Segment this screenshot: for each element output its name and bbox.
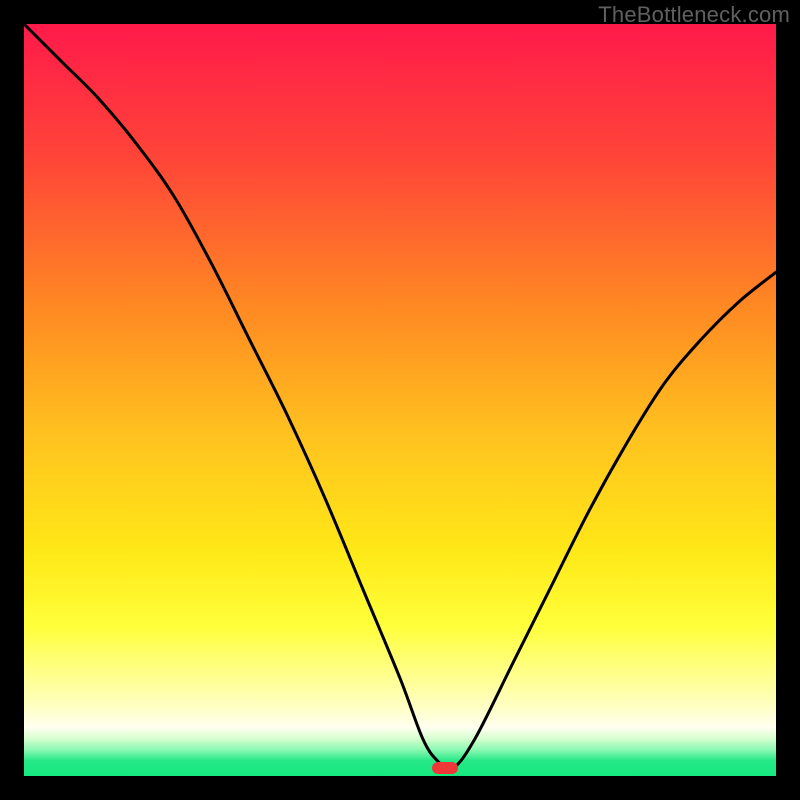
optimal-marker bbox=[432, 762, 458, 774]
bottleneck-curve bbox=[24, 24, 776, 776]
plot-area bbox=[24, 24, 776, 776]
watermark-text: TheBottleneck.com bbox=[598, 2, 790, 28]
chart-frame: TheBottleneck.com bbox=[0, 0, 800, 800]
